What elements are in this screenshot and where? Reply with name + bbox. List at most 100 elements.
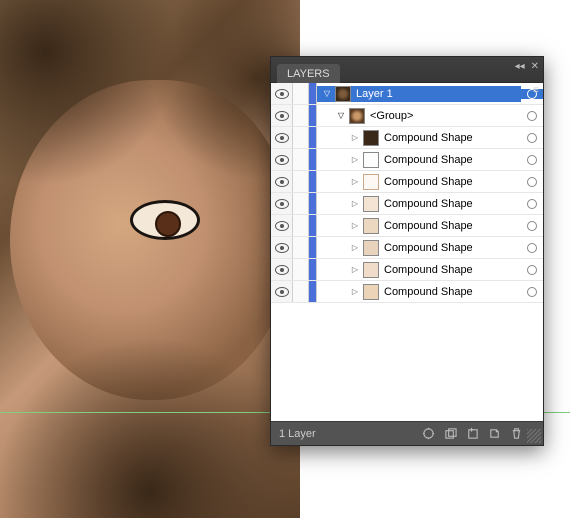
triangle-right-icon[interactable] xyxy=(350,243,360,253)
visibility-toggle[interactable] xyxy=(271,149,293,170)
target-button[interactable] xyxy=(521,155,543,165)
layer-row[interactable]: Compound Shape xyxy=(271,237,543,259)
artwork-fur xyxy=(0,0,300,518)
visibility-toggle[interactable] xyxy=(271,193,293,214)
lock-toggle[interactable] xyxy=(293,237,309,258)
visibility-toggle[interactable] xyxy=(271,83,293,104)
row-content[interactable]: Compound Shape xyxy=(317,130,521,146)
target-button[interactable] xyxy=(521,111,543,121)
delete-button[interactable] xyxy=(505,422,527,446)
lock-toggle[interactable] xyxy=(293,193,309,214)
row-content[interactable]: Compound Shape xyxy=(317,152,521,168)
row-content[interactable]: Compound Shape xyxy=(317,240,521,256)
layer-label[interactable]: Compound Shape xyxy=(382,242,521,254)
visibility-toggle[interactable] xyxy=(271,171,293,192)
layer-label[interactable]: <Group> xyxy=(368,110,521,122)
triangle-down-icon[interactable] xyxy=(336,111,346,121)
panel-tabbar: LAYERS xyxy=(271,57,543,83)
tab-layers[interactable]: LAYERS xyxy=(277,64,340,83)
eye-icon xyxy=(275,221,289,231)
resize-grip[interactable] xyxy=(527,429,541,443)
layer-thumbnail xyxy=(363,240,379,256)
triangle-down-icon[interactable] xyxy=(322,89,332,99)
row-content[interactable]: <Group> xyxy=(317,108,521,124)
lock-toggle[interactable] xyxy=(293,281,309,302)
triangle-right-icon[interactable] xyxy=(350,221,360,231)
layer-row[interactable]: Layer 1 xyxy=(271,83,543,105)
locate-object-button[interactable] xyxy=(417,422,439,446)
target-button[interactable] xyxy=(521,89,543,99)
layer-row[interactable]: Compound Shape xyxy=(271,259,543,281)
clipping-mask-button[interactable] xyxy=(439,422,461,446)
visibility-toggle[interactable] xyxy=(271,215,293,236)
panel-menu-icon[interactable]: ≡ xyxy=(533,85,539,96)
close-icon[interactable]: ✕ xyxy=(531,61,539,72)
lock-toggle[interactable] xyxy=(293,215,309,236)
layer-label[interactable]: Compound Shape xyxy=(382,220,521,232)
row-content[interactable]: Layer 1 xyxy=(317,86,521,102)
lock-toggle[interactable] xyxy=(293,83,309,104)
layer-label[interactable]: Compound Shape xyxy=(382,176,521,188)
layer-label[interactable]: Layer 1 xyxy=(354,88,521,100)
layer-label[interactable]: Compound Shape xyxy=(382,286,521,298)
target-button[interactable] xyxy=(521,177,543,187)
triangle-right-icon[interactable] xyxy=(350,199,360,209)
new-sublayer-button[interactable] xyxy=(461,422,483,446)
triangle-right-icon[interactable] xyxy=(350,287,360,297)
layer-label[interactable]: Compound Shape xyxy=(382,264,521,276)
eye-icon xyxy=(275,265,289,275)
circle-icon xyxy=(527,177,537,187)
layer-row[interactable]: <Group> xyxy=(271,105,543,127)
visibility-toggle[interactable] xyxy=(271,237,293,258)
visibility-toggle[interactable] xyxy=(271,281,293,302)
lock-toggle[interactable] xyxy=(293,259,309,280)
target-button[interactable] xyxy=(521,243,543,253)
lock-toggle[interactable] xyxy=(293,127,309,148)
selection-color-strip xyxy=(309,149,317,170)
new-layer-button[interactable] xyxy=(483,422,505,446)
eye-icon xyxy=(275,133,289,143)
layer-list-empty xyxy=(271,303,543,421)
layer-count: 1 Layer xyxy=(271,428,324,440)
triangle-right-icon[interactable] xyxy=(350,133,360,143)
collapse-icon[interactable]: ◂◂ xyxy=(515,61,525,72)
triangle-right-icon[interactable] xyxy=(350,177,360,187)
layer-label[interactable]: Compound Shape xyxy=(382,198,521,210)
layer-row[interactable]: Compound Shape xyxy=(271,149,543,171)
layer-row[interactable]: Compound Shape xyxy=(271,171,543,193)
selection-color-strip xyxy=(309,281,317,302)
layer-list: Layer 1 <Group> Compound Shape Compound Sha… xyxy=(271,83,543,303)
layer-thumbnail xyxy=(363,284,379,300)
layer-row[interactable]: Compound Shape xyxy=(271,127,543,149)
layer-label[interactable]: Compound Shape xyxy=(382,132,521,144)
target-button[interactable] xyxy=(521,265,543,275)
target-button[interactable] xyxy=(521,221,543,231)
layer-row[interactable]: Compound Shape xyxy=(271,193,543,215)
selection-color-strip xyxy=(309,171,317,192)
target-button[interactable] xyxy=(521,287,543,297)
circle-icon xyxy=(527,287,537,297)
row-content[interactable]: Compound Shape xyxy=(317,174,521,190)
visibility-toggle[interactable] xyxy=(271,259,293,280)
layer-thumbnail xyxy=(363,196,379,212)
row-content[interactable]: Compound Shape xyxy=(317,262,521,278)
lock-toggle[interactable] xyxy=(293,171,309,192)
triangle-right-icon[interactable] xyxy=(350,265,360,275)
lock-toggle[interactable] xyxy=(293,105,309,126)
target-button[interactable] xyxy=(521,133,543,143)
row-content[interactable]: Compound Shape xyxy=(317,284,521,300)
selection-color-strip xyxy=(309,193,317,214)
row-content[interactable]: Compound Shape xyxy=(317,218,521,234)
row-content[interactable]: Compound Shape xyxy=(317,196,521,212)
lock-toggle[interactable] xyxy=(293,149,309,170)
layer-label[interactable]: Compound Shape xyxy=(382,154,521,166)
layer-row[interactable]: Compound Shape xyxy=(271,281,543,303)
eye-icon xyxy=(275,287,289,297)
target-button[interactable] xyxy=(521,199,543,209)
layer-thumbnail xyxy=(363,262,379,278)
visibility-toggle[interactable] xyxy=(271,127,293,148)
triangle-right-icon[interactable] xyxy=(350,155,360,165)
layer-row[interactable]: Compound Shape xyxy=(271,215,543,237)
visibility-toggle[interactable] xyxy=(271,105,293,126)
layer-thumbnail xyxy=(363,130,379,146)
